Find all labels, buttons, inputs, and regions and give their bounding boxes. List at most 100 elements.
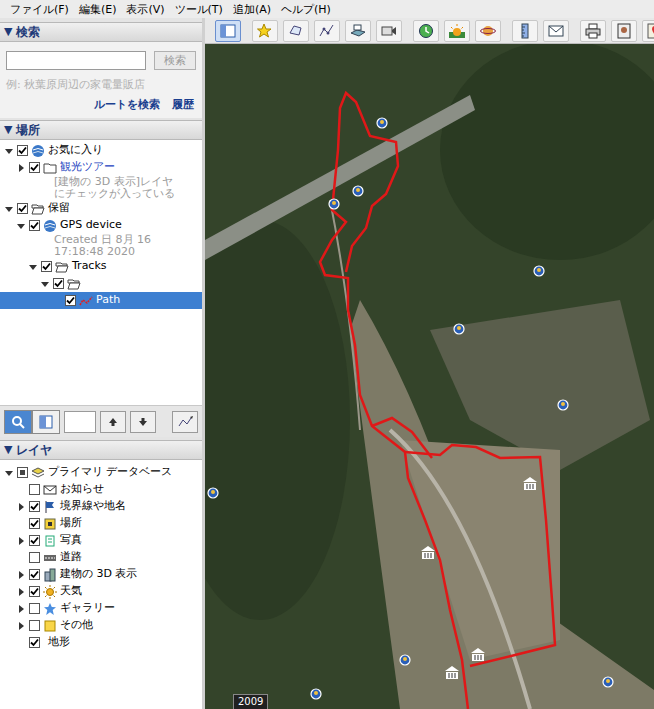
layer-row[interactable]: お知らせ xyxy=(0,481,202,498)
map-pin-icon[interactable] xyxy=(311,689,321,699)
toolbar-button[interactable] xyxy=(283,20,309,42)
panel-view-button[interactable] xyxy=(4,410,32,434)
search-header[interactable]: ▼検索 xyxy=(0,22,202,42)
menu-item[interactable]: ツール(T) xyxy=(175,4,223,15)
place-row[interactable]: お気に入り xyxy=(0,142,202,159)
layer-row[interactable]: ギャラリー xyxy=(0,600,202,617)
checkbox[interactable] xyxy=(29,586,40,597)
toolbar-button[interactable] xyxy=(580,20,606,42)
expand-arrow-icon[interactable] xyxy=(16,570,26,580)
map-pin-icon[interactable] xyxy=(377,118,387,128)
search-link[interactable]: 履歴 xyxy=(172,97,194,114)
layer-row[interactable]: 場所 xyxy=(0,515,202,532)
layer-row[interactable]: 地形 xyxy=(0,634,202,651)
layer-row[interactable]: 道路 xyxy=(0,549,202,566)
layer-row[interactable]: 境界線や地名 xyxy=(0,498,202,515)
expand-arrow-icon[interactable] xyxy=(16,587,26,597)
map-pin-icon[interactable] xyxy=(534,266,544,276)
menu-item[interactable]: ヘルプ(H) xyxy=(281,4,331,15)
checkbox[interactable] xyxy=(53,278,64,289)
museum-icon[interactable] xyxy=(445,666,459,679)
toolbar-button[interactable] xyxy=(475,20,501,42)
section-toggle[interactable]: ▼ xyxy=(4,442,12,459)
map-pin-icon[interactable] xyxy=(454,324,464,334)
toolbar-button[interactable] xyxy=(314,20,340,42)
expand-arrow-icon[interactable] xyxy=(16,604,26,614)
panel-filter-input[interactable] xyxy=(64,411,96,433)
place-row[interactable] xyxy=(0,275,202,292)
toolbar-button[interactable] xyxy=(252,20,278,42)
checkbox[interactable] xyxy=(29,484,40,495)
checkbox[interactable] xyxy=(17,467,28,478)
layers-header[interactable]: ▼レイヤ xyxy=(0,440,202,460)
collapse-arrow-icon[interactable] xyxy=(4,146,14,156)
layer-row[interactable]: プライマリ データベース xyxy=(0,464,202,481)
toolbar-button[interactable] xyxy=(444,20,470,42)
toolbar-button[interactable] xyxy=(215,20,241,42)
map-pin-icon[interactable] xyxy=(353,186,363,196)
collapse-arrow-icon[interactable] xyxy=(4,204,14,214)
toolbar-button[interactable] xyxy=(642,20,654,42)
panel-view-button[interactable] xyxy=(32,410,60,434)
toolbar-button[interactable] xyxy=(376,20,402,42)
move-down-button[interactable] xyxy=(130,411,156,433)
collapse-arrow-icon[interactable] xyxy=(16,221,26,231)
checkbox[interactable] xyxy=(29,501,40,512)
expand-arrow-icon[interactable] xyxy=(16,502,26,512)
place-row[interactable]: 保留 xyxy=(0,200,202,217)
collapse-arrow-icon[interactable] xyxy=(28,262,38,272)
toolbar-button[interactable] xyxy=(413,20,439,42)
menu-item[interactable]: ファイル(F) xyxy=(10,4,69,15)
checkbox[interactable] xyxy=(29,603,40,614)
checkbox[interactable] xyxy=(29,518,40,529)
place-row[interactable]: GPS device xyxy=(0,217,202,234)
toolbar-button[interactable] xyxy=(543,20,569,42)
map-pin-icon[interactable] xyxy=(603,677,613,687)
search-input[interactable] xyxy=(6,51,146,70)
checkbox[interactable] xyxy=(29,620,40,631)
toolbar-button[interactable] xyxy=(512,20,538,42)
collapse-arrow-icon[interactable] xyxy=(40,279,50,289)
map-pin-icon[interactable] xyxy=(329,199,339,209)
checkbox[interactable] xyxy=(65,295,76,306)
places-header[interactable]: ▼場所 xyxy=(0,120,202,140)
checkbox[interactable] xyxy=(29,637,40,648)
expand-arrow-icon[interactable] xyxy=(16,163,26,173)
layer-row[interactable]: その他 xyxy=(0,617,202,634)
toolbar-button[interactable] xyxy=(345,20,371,42)
checkbox[interactable] xyxy=(17,145,28,156)
checkbox[interactable] xyxy=(29,569,40,580)
map-pin-icon[interactable] xyxy=(208,488,218,498)
map-pin-icon[interactable] xyxy=(558,400,568,410)
layer-row[interactable]: 建物の 3D 表示 xyxy=(0,566,202,583)
section-toggle[interactable]: ▼ xyxy=(4,122,12,139)
section-toggle[interactable]: ▼ xyxy=(4,24,12,41)
expand-arrow-icon[interactable] xyxy=(16,621,26,631)
checkbox[interactable] xyxy=(17,203,28,214)
search-link[interactable]: ルートを検索 xyxy=(94,97,160,114)
move-up-button[interactable] xyxy=(100,411,126,433)
museum-icon[interactable] xyxy=(523,477,537,490)
place-row[interactable]: Path xyxy=(0,292,202,309)
collapse-arrow-icon[interactable] xyxy=(4,468,14,478)
checkbox[interactable] xyxy=(41,261,52,272)
search-button[interactable]: 検索 xyxy=(154,51,196,70)
menu-item[interactable]: 追加(A) xyxy=(233,4,271,15)
toolbar-button[interactable] xyxy=(611,20,637,42)
checkbox[interactable] xyxy=(29,220,40,231)
map-pin-icon[interactable] xyxy=(400,655,410,665)
layer-row[interactable]: 写真 xyxy=(0,532,202,549)
place-row[interactable]: 観光ツアー xyxy=(0,159,202,176)
checkbox[interactable] xyxy=(29,535,40,546)
expand-arrow-icon[interactable] xyxy=(16,536,26,546)
menu-item[interactable]: 表示(V) xyxy=(126,4,164,15)
museum-icon[interactable] xyxy=(471,648,485,661)
play-tour-button[interactable] xyxy=(172,411,198,433)
map-view[interactable]: 2009 xyxy=(205,44,654,709)
museum-icon[interactable] xyxy=(421,546,435,559)
checkbox[interactable] xyxy=(29,162,40,173)
layer-row[interactable]: 天気 xyxy=(0,583,202,600)
place-row[interactable]: Tracks xyxy=(0,258,202,275)
menu-item[interactable]: 編集(E) xyxy=(79,4,117,15)
checkbox[interactable] xyxy=(29,552,40,563)
